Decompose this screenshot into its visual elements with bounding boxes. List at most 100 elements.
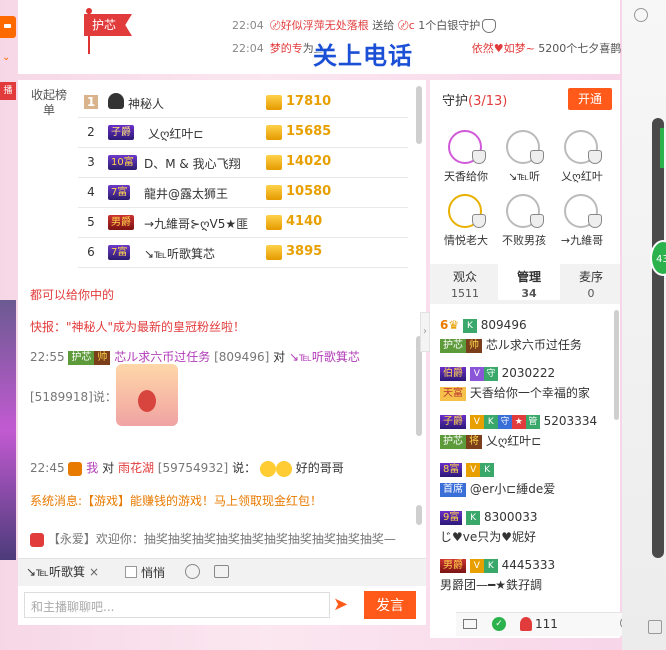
rank-value: 3895: [286, 244, 323, 259]
rank-name: D、M & 我心飞翔: [144, 157, 241, 171]
signal-indicator: [660, 128, 664, 168]
rank-badge: 10富: [108, 155, 137, 170]
overlay-caption: 关上电话: [313, 42, 413, 70]
rank-badge: 7富: [108, 185, 131, 200]
k-badge-icon: 守: [483, 366, 498, 381]
coin-icon: [266, 155, 282, 170]
member-row[interactable]: 9富 K 8300033: [440, 510, 537, 525]
k-badge-icon: K: [480, 462, 495, 477]
collapse-rank-button[interactable]: 收起榜单: [26, 88, 72, 118]
coin-icon: [266, 185, 282, 200]
rank-row[interactable]: 3 10富 D、M & 我心飞翔 14020: [78, 148, 408, 178]
chat-message: 22:55 护芯帅 芯ル求六币过任务 [809496] 对 ↘℡听歌箕芯: [30, 350, 360, 365]
guard-name: 天香给你: [444, 170, 488, 183]
rank-name: ↘℡听歌箕芯: [144, 247, 215, 261]
rank-scrollbar[interactable]: [416, 86, 422, 144]
rank-name: 龍井@露太狮王: [144, 187, 229, 201]
chevron-down-icon[interactable]: ⌄: [2, 52, 10, 63]
tab-admin[interactable]: 管理 34: [498, 264, 560, 300]
square-icon[interactable]: [648, 620, 662, 634]
open-guard-button[interactable]: 开通: [568, 88, 612, 110]
rank-row[interactable]: 6 7富 ↘℡听歌箕芯 3895: [78, 238, 408, 268]
k-badge-icon: K: [483, 414, 498, 429]
chat-input[interactable]: 和主播聊聊吧...: [24, 592, 330, 618]
member-row[interactable]: 6♛ K 809496: [440, 318, 527, 333]
rank-row[interactable]: 1 神秘人 17810: [78, 88, 408, 118]
rank-badge: 7富: [108, 245, 131, 260]
check-icon[interactable]: ✓: [492, 617, 506, 631]
rank-number: 1: [84, 95, 98, 109]
chat-target-link[interactable]: 雨花湖: [118, 461, 154, 475]
notice-line-1: 22:04 〄好似浮萍无处落根 送给 〄c 1个白银守护: [232, 17, 497, 33]
side-scroll-bar[interactable]: [652, 118, 664, 558]
rank-row[interactable]: 4 7富 龍井@露太狮王 10580: [78, 178, 408, 208]
member-row[interactable]: 子爵 V K 守 ★ 管 5203334: [440, 414, 597, 429]
whisper-checkbox[interactable]: [125, 566, 137, 578]
flag-dot: [86, 8, 92, 14]
member-row-name[interactable]: 护芯将 乂ღ红叶⊏: [440, 432, 541, 449]
member-row[interactable]: 伯爵 V守 2030222: [440, 366, 555, 381]
send-button[interactable]: 发言: [364, 591, 416, 619]
guard-tag: 护芯: [68, 350, 95, 365]
live-tag: 播: [0, 82, 16, 100]
collapse-panel-handle[interactable]: ›: [420, 312, 430, 352]
member-row[interactable]: 男爵 VK 4445333: [440, 558, 555, 573]
guard-name: 不败男孩: [502, 234, 546, 247]
left-menu-button[interactable]: [0, 16, 16, 38]
rank-name: 乂ღ红叶⊏: [148, 127, 204, 141]
member-row-name[interactable]: 男爵团—━★鉄孖調: [440, 576, 542, 593]
member-row-name[interactable]: じ♥ve只为♥妮好: [440, 528, 536, 545]
k-badge-icon: K: [466, 510, 481, 525]
member-row-name[interactable]: 首席 @er小⊏綞de爱: [440, 480, 555, 497]
rank-number: 5: [87, 215, 95, 229]
chat-user-link[interactable]: 芯ル求六币过任务: [114, 350, 210, 364]
rank-value: 14020: [286, 154, 332, 169]
circle-icon[interactable]: [634, 8, 648, 22]
ok-hand-emoji-icon: [259, 460, 276, 477]
tab-audience[interactable]: 观众 1511: [434, 268, 496, 300]
v-badge-icon: V: [469, 366, 484, 381]
rank-badge: 男爵: [108, 215, 134, 230]
emoji-icon[interactable]: [185, 564, 200, 579]
rank-number: 2: [87, 125, 95, 139]
rank-value: 4140: [286, 214, 323, 229]
shield-icon: [588, 214, 602, 228]
rank-row[interactable]: 5 男爵 →九維哥⊱ღV5★匪 4140: [78, 208, 408, 238]
member-row-name[interactable]: 护芯帅 芯ル求六币过任务: [440, 336, 582, 353]
v-badge-icon: V: [466, 462, 481, 477]
send-arrow-icon[interactable]: ➤: [333, 595, 355, 615]
rank-number: 3: [87, 155, 95, 169]
notice-line-2: 22:04梦的专为上 依然♥如梦~ 5200个七夕喜鹊✈: [232, 40, 643, 56]
chat-target-link[interactable]: ↘℡听歌箕芯: [289, 350, 360, 364]
mystery-user-icon: [108, 93, 124, 109]
member-row-name[interactable]: 天富 天香给你一个幸福的家: [440, 384, 590, 401]
image-icon[interactable]: [214, 565, 229, 578]
v-badge-icon: V: [469, 414, 484, 429]
member-row[interactable]: 8富 VK: [440, 462, 495, 477]
chat-message-cont: [5189918]说：: [30, 390, 117, 404]
rank-badge: 子爵: [108, 125, 134, 140]
rank-number: 4: [87, 185, 95, 199]
rank-value: 15685: [286, 124, 332, 139]
chat-scrollbar-lower[interactable]: [416, 505, 422, 525]
shield-icon: [530, 150, 544, 164]
user-level-icon: [68, 461, 83, 476]
whisper-label: 悄悄: [141, 566, 166, 580]
flash-news: 快报："神秘人"成为最新的皇冠粉丝啦！: [30, 320, 246, 334]
shield-icon: [472, 150, 486, 164]
tab-mic-queue[interactable]: 麦序 0: [560, 268, 622, 300]
mail-icon[interactable]: [463, 619, 477, 629]
level-tag: 帅: [94, 350, 111, 365]
guard-name: 乂ღ红叶: [561, 170, 603, 183]
rank-name: 神秘人: [128, 97, 165, 111]
speaker-icon: [30, 532, 44, 547]
shield-icon: [530, 214, 544, 228]
rank-list: 1 神秘人 17810 2 子爵 乂ღ红叶⊏ 15685 3 10富 D、M &…: [78, 88, 408, 268]
v-badge-icon: V: [469, 558, 484, 573]
system-message: 系统消息:【游戏】能赚钱的游戏！马上领取现金红包！: [30, 494, 323, 508]
guard-name: 情悦老大: [444, 234, 488, 247]
member-scrollbar[interactable]: [614, 310, 619, 420]
close-icon[interactable]: ×: [89, 565, 99, 579]
chat-target-chip[interactable]: ↘℡听歌箕 ×: [26, 563, 99, 581]
rank-row[interactable]: 2 子爵 乂ღ红叶⊏ 15685: [78, 118, 408, 148]
